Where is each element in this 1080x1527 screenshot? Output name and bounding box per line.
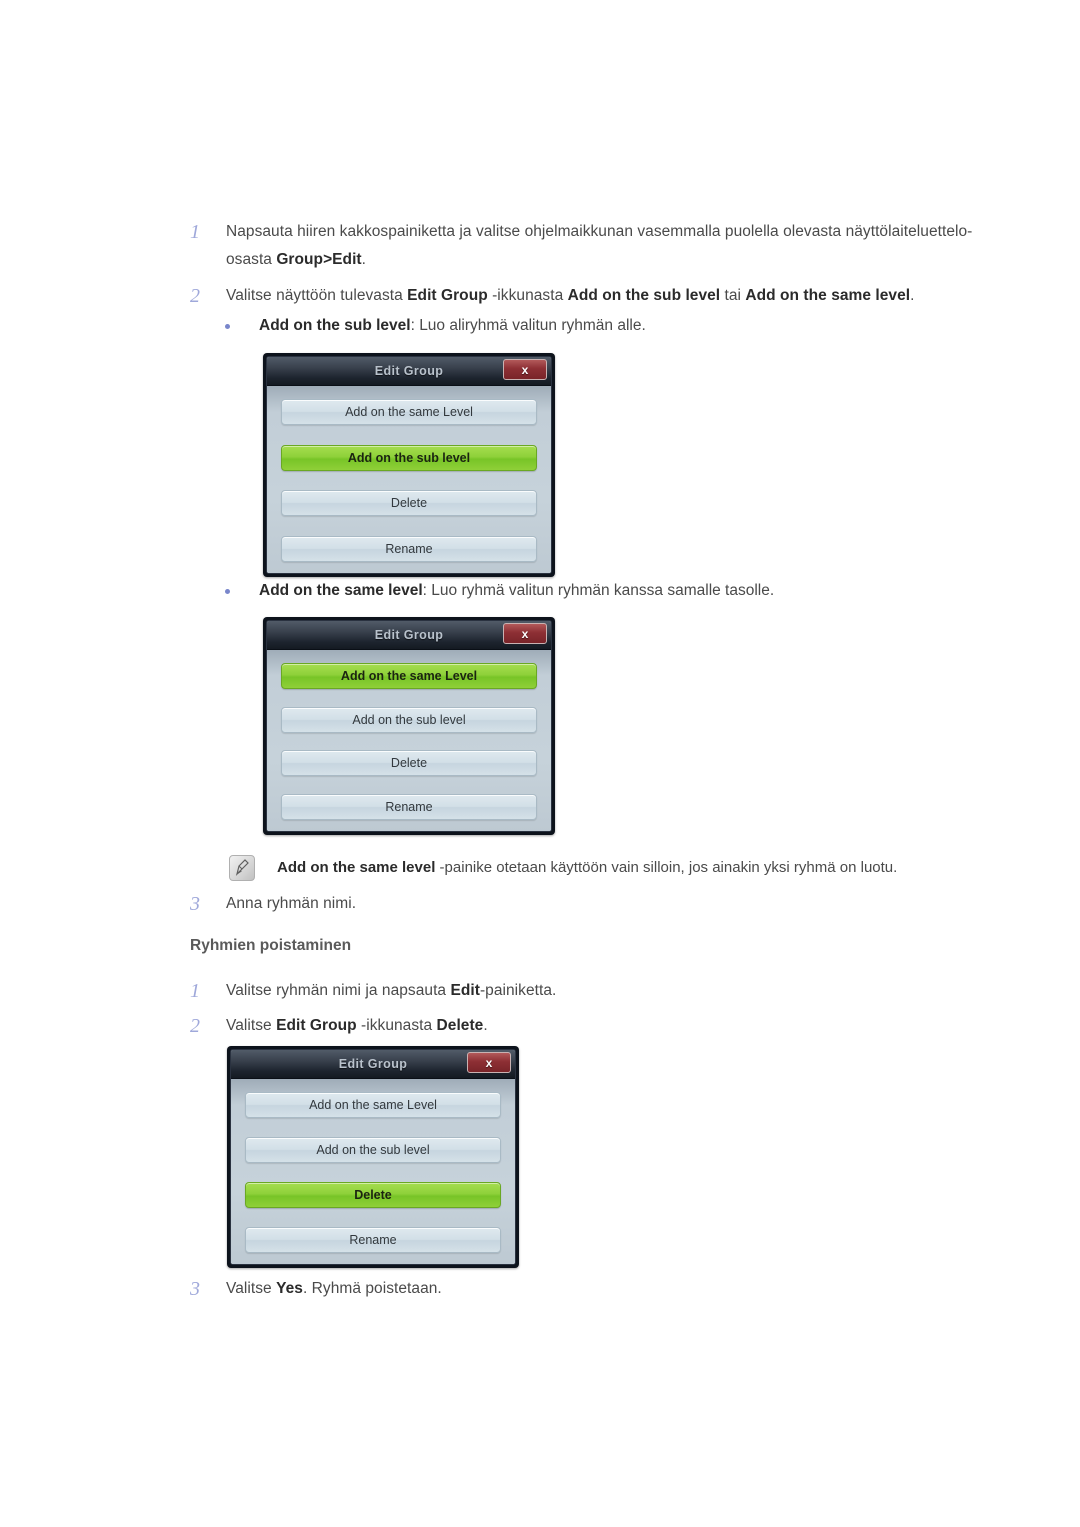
step-item-create-1: 1 Napsauta hiiren kakkospainiketta ja va…	[190, 218, 990, 274]
dialog-edit-group-delete[interactable]: Edit Group x Add on the same Level Add o…	[227, 1046, 519, 1268]
dialog-title-bar: Edit Group x	[267, 621, 551, 650]
bullet-sub-level: Add on the sub level: Luo aliryhmä valit…	[225, 313, 945, 339]
step-item-create-2: 2 Valitse näyttöön tulevasta Edit Group …	[190, 282, 1020, 310]
step-text: Anna ryhmän nimi.	[226, 895, 357, 912]
step-text: Napsauta hiiren kakkospainiketta ja vali…	[226, 223, 973, 268]
dialog-frame: Edit Group x Add on the same Level Add o…	[266, 356, 552, 574]
bullet-same-level: Add on the same level: Luo ryhmä valitun…	[225, 578, 985, 604]
dialog-button-add-same-level[interactable]: Add on the same Level	[245, 1092, 501, 1118]
dialog-body: Add on the same Level Add on the sub lev…	[267, 386, 551, 573]
step-item-delete-2: 2 Valitse Edit Group -ikkunasta Delete.	[190, 1012, 790, 1040]
dialog-title: Edit Group	[338, 1057, 408, 1071]
close-icon-label: x	[521, 626, 529, 641]
dialog-button-rename[interactable]: Rename	[281, 793, 537, 820]
dialog-frame: Edit Group x Add on the same Level Add o…	[230, 1049, 516, 1265]
step-item-create-3: 3 Anna ryhmän nimi.	[190, 890, 790, 918]
step-number: 2	[190, 285, 200, 307]
step-text: Valitse Yes. Ryhmä poistetaan.	[226, 1280, 442, 1297]
dialog-body: Add on the same Level Add on the sub lev…	[231, 1079, 515, 1264]
dialog-button-delete[interactable]: Delete	[281, 490, 537, 517]
dialog-button-add-same-level[interactable]: Add on the same Level	[281, 399, 537, 425]
step-item-delete-3: 3 Valitse Yes. Ryhmä poistetaan.	[190, 1275, 790, 1303]
step-number: 3	[190, 1278, 200, 1300]
step-text: Valitse Edit Group -ikkunasta Delete.	[226, 1017, 488, 1034]
dialog-frame: Edit Group x Add on the same Level Add o…	[266, 620, 552, 832]
bullet-dot-icon	[225, 578, 259, 594]
close-icon[interactable]: x	[467, 1052, 511, 1073]
dialog-button-add-sub-level[interactable]: Add on the sub level	[281, 706, 537, 733]
manual-page: 1 Napsauta hiiren kakkospainiketta ja va…	[0, 0, 1080, 1527]
bullet-sub-level-text: Add on the sub level: Luo aliryhmä valit…	[259, 317, 646, 334]
step-item-delete-1: 1 Valitse ryhmän nimi ja napsauta Edit-p…	[190, 977, 790, 1005]
dialog-button-add-same-level[interactable]: Add on the same Level	[281, 663, 537, 689]
bullet-dot-icon	[225, 313, 259, 329]
step-text: Valitse näyttöön tulevasta Edit Group -i…	[226, 287, 915, 304]
section-heading-delete-groups: Ryhmien poistaminen	[190, 937, 352, 954]
close-icon-label: x	[521, 362, 529, 377]
step-number: 1	[190, 221, 200, 243]
close-icon[interactable]: x	[503, 359, 547, 380]
note-text: Add on the same level -painike otetaan k…	[277, 859, 898, 876]
note-callout: Add on the same level -painike otetaan k…	[229, 855, 989, 881]
dialog-button-delete[interactable]: Delete	[281, 750, 537, 777]
close-icon-label: x	[485, 1055, 493, 1070]
dialog-title: Edit Group	[374, 364, 444, 378]
dialog-title: Edit Group	[374, 628, 444, 642]
step-number: 1	[190, 980, 200, 1002]
dialog-title-bar: Edit Group x	[231, 1050, 515, 1079]
dialog-title-bar: Edit Group x	[267, 357, 551, 386]
dialog-button-delete[interactable]: Delete	[245, 1182, 501, 1208]
dialog-edit-group-same-level[interactable]: Edit Group x Add on the same Level Add o…	[263, 617, 555, 835]
step-number: 3	[190, 893, 200, 915]
step-text: Valitse ryhmän nimi ja napsauta Edit-pai…	[226, 982, 557, 999]
note-pen-icon	[229, 855, 255, 881]
dialog-button-rename[interactable]: Rename	[245, 1227, 501, 1253]
dialog-button-add-sub-level[interactable]: Add on the sub level	[245, 1137, 501, 1163]
bullet-same-level-text: Add on the same level: Luo ryhmä valitun…	[259, 582, 775, 599]
dialog-edit-group-sub-level[interactable]: Edit Group x Add on the same Level Add o…	[263, 353, 555, 577]
dialog-body: Add on the same Level Add on the sub lev…	[267, 650, 551, 831]
dialog-button-add-sub-level[interactable]: Add on the sub level	[281, 444, 537, 471]
dialog-button-rename[interactable]: Rename	[281, 535, 537, 562]
step-number: 2	[190, 1015, 200, 1037]
close-icon[interactable]: x	[503, 623, 547, 644]
